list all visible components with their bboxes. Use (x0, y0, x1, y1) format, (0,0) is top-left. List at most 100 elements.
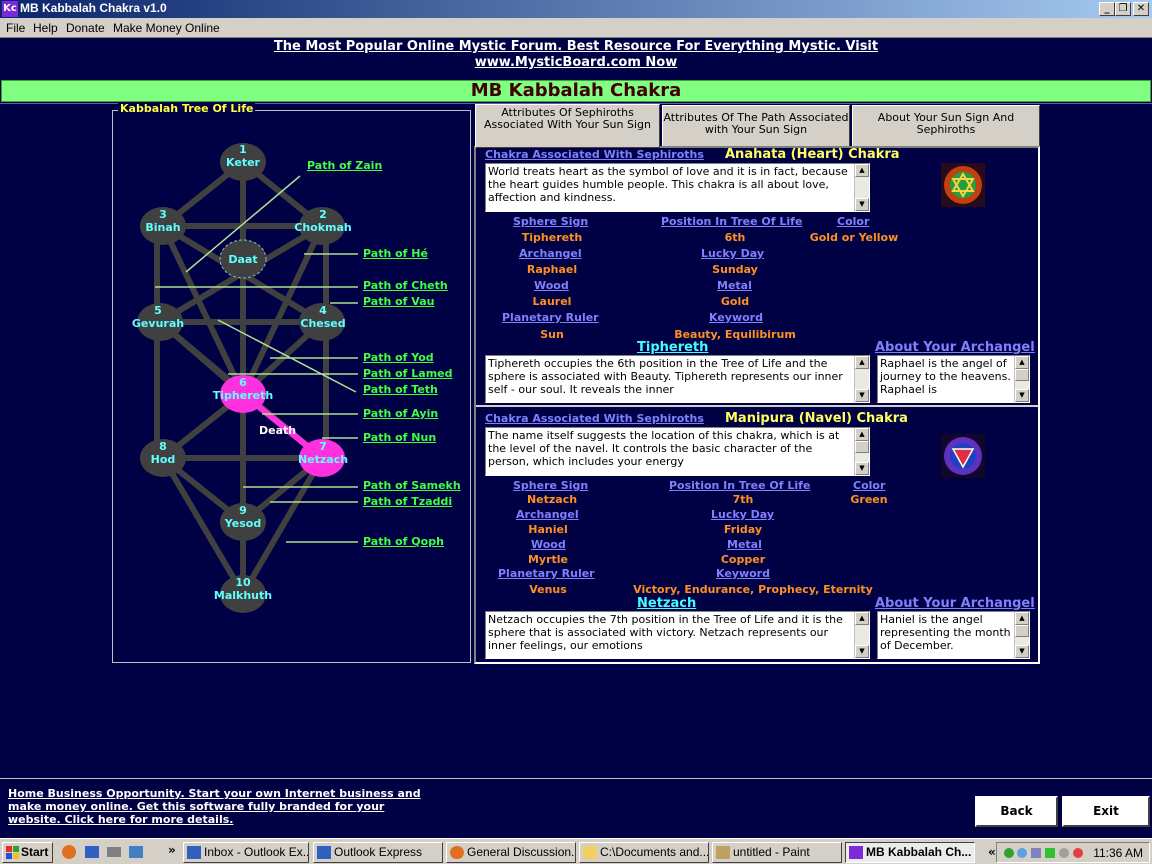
tray-expand-icon[interactable]: « (988, 845, 996, 859)
tab-sephiroth-attributes[interactable]: Attributes Of Sephiroths Associated With… (475, 104, 660, 148)
back-button[interactable]: Back (975, 796, 1058, 827)
path-link-he[interactable]: Path of Hé (363, 247, 428, 260)
path-link-nun[interactable]: Path of Nun (363, 431, 436, 444)
mail-quicklaunch-icon[interactable] (85, 846, 99, 858)
path-link-samekh[interactable]: Path of Samekh (363, 479, 461, 492)
desktop-quicklaunch-icon[interactable] (129, 846, 143, 858)
update-tray-icon[interactable] (1045, 848, 1055, 858)
color-link-2[interactable]: Color (853, 479, 885, 492)
scrollbar-thumb[interactable] (1015, 625, 1029, 637)
scrollbar-thumb[interactable] (1015, 369, 1029, 381)
lucky-day-link-1[interactable]: Lucky Day (701, 247, 764, 260)
network-quicklaunch-icon[interactable] (107, 847, 121, 857)
start-button[interactable]: Start (2, 842, 53, 863)
messenger-tray-icon[interactable] (1059, 848, 1069, 858)
scrollbar[interactable]: ▲ ▼ (1014, 356, 1029, 402)
sephira-description-box-2[interactable]: Netzach occupies the 7th position in the… (485, 611, 870, 659)
taskbar-item-general-discussion[interactable]: General Discussion... (446, 842, 576, 863)
path-link-qoph[interactable]: Path of Qoph (363, 535, 444, 548)
taskbar-item-inbox[interactable]: Inbox - Outlook Ex... (183, 842, 309, 863)
sephira-description-text-2: Netzach occupies the 7th position in the… (488, 613, 843, 652)
path-link-tzaddi[interactable]: Path of Tzaddi (363, 495, 452, 508)
position-value-1: 6th (724, 231, 746, 244)
sephira-description-box-1[interactable]: Tiphereth occupies the 6th position in t… (485, 355, 870, 403)
metal-link-2[interactable]: Metal (727, 538, 762, 551)
taskbar-item-paint[interactable]: untitled - Paint (712, 842, 842, 863)
scroll-down-arrow-icon[interactable]: ▼ (855, 645, 869, 658)
archangel-link-2[interactable]: Archangel (516, 508, 579, 521)
scroll-down-arrow-icon[interactable]: ▼ (855, 462, 869, 475)
tab-path-attributes[interactable]: Attributes Of The Path Associated with Y… (662, 105, 850, 147)
path-link-ayin[interactable]: Path of Ayin (363, 407, 438, 420)
wood-link-2[interactable]: Wood (531, 538, 566, 551)
scrollbar[interactable]: ▲ ▼ (854, 356, 869, 402)
archangel-link-1[interactable]: Archangel (519, 247, 582, 260)
scroll-up-arrow-icon[interactable]: ▲ (855, 428, 869, 441)
sephira-heading-2[interactable]: Netzach (637, 596, 696, 611)
security-tray-icon[interactable] (1017, 848, 1027, 858)
path-link-teth[interactable]: Path of Teth (363, 383, 438, 396)
path-link-lamed[interactable]: Path of Lamed (363, 367, 453, 380)
lucky-day-link-2[interactable]: Lucky Day (711, 508, 774, 521)
path-link-vau[interactable]: Path of Vau (363, 295, 434, 308)
archangel-description-box-2[interactable]: Haniel is the angel representing the mon… (877, 611, 1030, 659)
taskbar-item-documents[interactable]: C:\Documents and... (579, 842, 709, 863)
chakra-associated-link-2[interactable]: Chakra Associated With Sephiroths (485, 412, 704, 425)
planetary-ruler-link-2[interactable]: Planetary Ruler (498, 567, 595, 580)
scroll-up-arrow-icon[interactable]: ▲ (1015, 612, 1029, 625)
taskbar-item-label: Outlook Express (334, 845, 423, 859)
exit-button[interactable]: Exit (1062, 796, 1150, 827)
archangel-description-box-1[interactable]: Raphael is the angel of journey to the h… (877, 355, 1030, 403)
sphere-sign-link-1[interactable]: Sphere Sign (513, 215, 588, 228)
planetary-ruler-link-1[interactable]: Planetary Ruler (502, 311, 599, 324)
alert-tray-icon[interactable] (1073, 848, 1083, 858)
clock: 11:36 AM (1093, 846, 1143, 860)
scroll-down-arrow-icon[interactable]: ▼ (855, 389, 869, 402)
wood-link-1[interactable]: Wood (534, 279, 569, 292)
scroll-down-arrow-icon[interactable]: ▼ (1015, 389, 1029, 402)
metal-link-1[interactable]: Metal (717, 279, 752, 292)
path-link-yod[interactable]: Path of Yod (363, 351, 434, 364)
about-archangel-link-2[interactable]: About Your Archangel (875, 596, 1035, 611)
browser-quicklaunch-icon[interactable] (62, 845, 76, 859)
scrollbar[interactable]: ▲ ▼ (1014, 612, 1029, 658)
color-link-1[interactable]: Color (837, 215, 869, 228)
position-link-2[interactable]: Position In Tree Of Life (669, 479, 810, 492)
position-link-1[interactable]: Position In Tree Of Life (661, 215, 802, 228)
home-business-promo-link[interactable]: Home Business Opportunity. Start your ow… (8, 787, 428, 826)
mail-icon (187, 846, 201, 859)
taskbar-item-outlook-express[interactable]: Outlook Express (313, 842, 443, 863)
wood-value-2: Myrtle (527, 553, 569, 566)
taskbar-item-kabbalah-chakra[interactable]: MB Kabbalah Ch... (845, 842, 975, 863)
chakra-description-text-2: The name itself suggests the location of… (488, 429, 840, 468)
quick-launch-overflow-icon[interactable]: » (168, 843, 176, 857)
scroll-up-arrow-icon[interactable]: ▲ (855, 164, 869, 177)
sphere-label-daat: Daat (228, 253, 258, 266)
scroll-up-arrow-icon[interactable]: ▲ (855, 612, 869, 625)
about-archangel-link-1[interactable]: About Your Archangel (875, 340, 1035, 355)
sephira-heading-1[interactable]: Tiphereth (637, 340, 708, 355)
chakra-description-box-2[interactable]: The name itself suggests the location of… (485, 427, 870, 476)
chakra-name-1: Anahata (Heart) Chakra (725, 147, 900, 162)
scrollbar[interactable]: ▲ ▼ (854, 164, 869, 211)
sphere-sign-link-2[interactable]: Sphere Sign (513, 479, 588, 492)
chakra-associated-link-1[interactable]: Chakra Associated With Sephiroths (485, 148, 704, 161)
tab-sun-sign-sephiroths[interactable]: About Your Sun Sign And Sephiroths (852, 105, 1040, 147)
scroll-up-arrow-icon[interactable]: ▲ (1015, 356, 1029, 369)
keyword-link-1[interactable]: Keyword (709, 311, 763, 324)
network-tray-icon[interactable] (1004, 848, 1014, 858)
scroll-down-arrow-icon[interactable]: ▼ (855, 198, 869, 211)
color-value-1: Gold or Yellow (809, 231, 899, 244)
taskbar-item-label: MB Kabbalah Ch... (866, 845, 972, 859)
chakra-description-box-1[interactable]: World treats heart as the symbol of love… (485, 163, 870, 212)
keyword-link-2[interactable]: Keyword (716, 567, 770, 580)
scrollbar-thumb[interactable] (855, 441, 869, 453)
scrollbar[interactable]: ▲ ▼ (854, 428, 869, 475)
scrollbar[interactable]: ▲ ▼ (854, 612, 869, 658)
scroll-up-arrow-icon[interactable]: ▲ (855, 356, 869, 369)
path-link-zain[interactable]: Path of Zain (307, 159, 382, 172)
scroll-down-arrow-icon[interactable]: ▼ (1015, 645, 1029, 658)
metal-value-1: Gold (720, 295, 750, 308)
path-link-cheth[interactable]: Path of Cheth (363, 279, 448, 292)
monitor-tray-icon[interactable] (1031, 848, 1041, 858)
